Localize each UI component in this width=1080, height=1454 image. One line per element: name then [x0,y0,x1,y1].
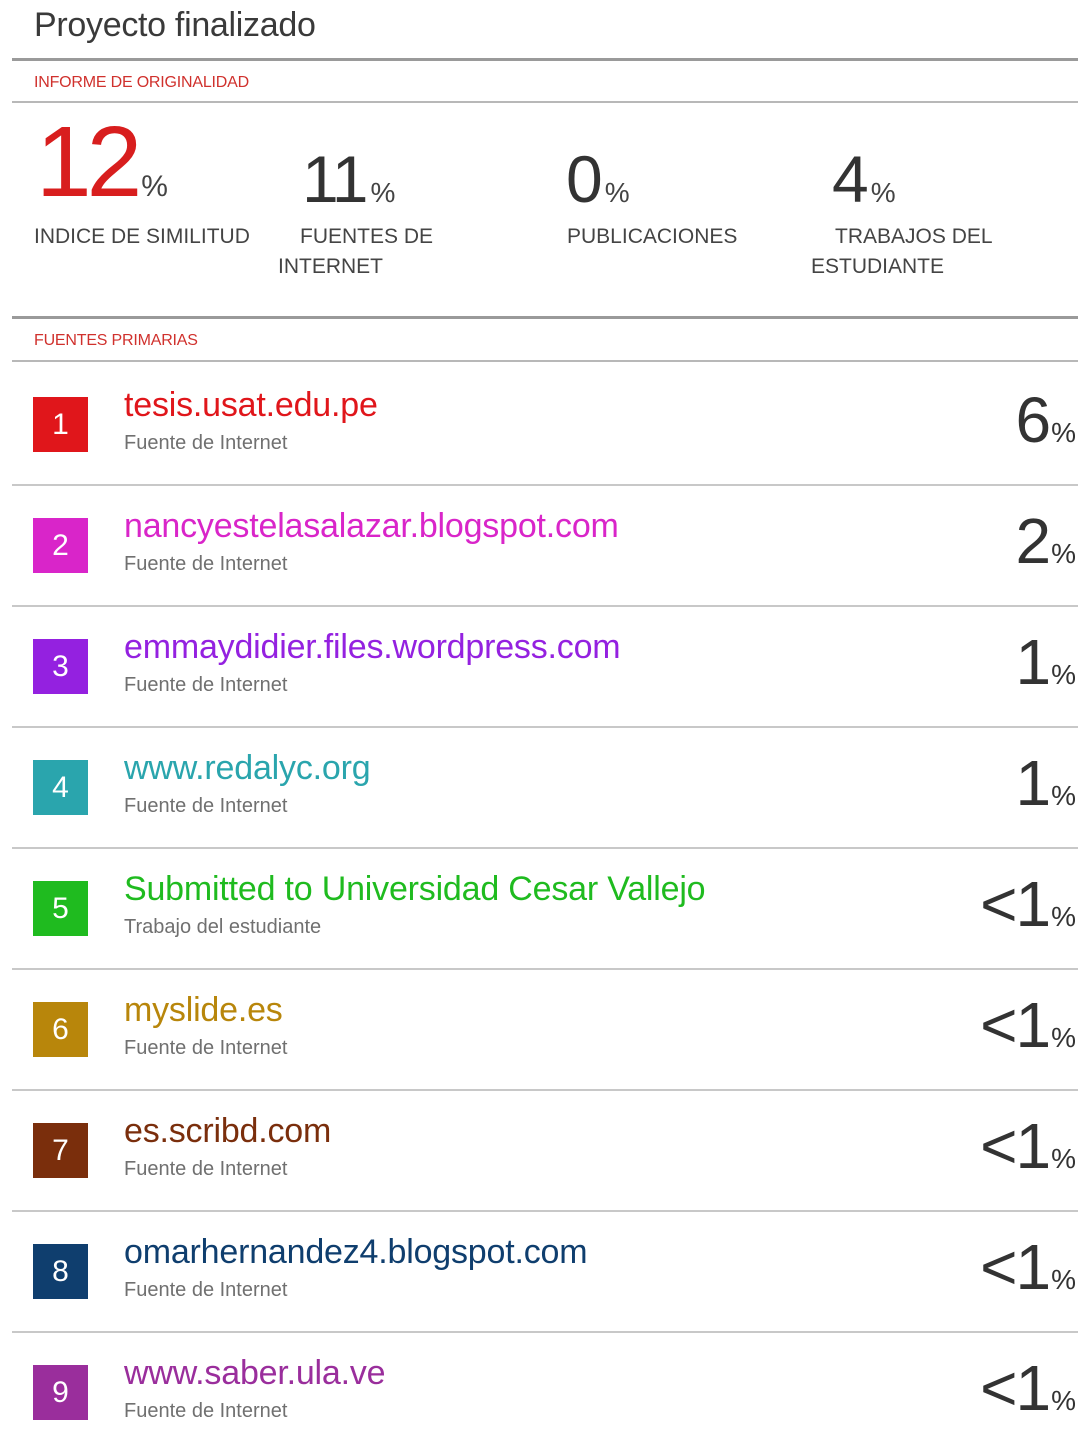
student-label-line1: TRABAJOS DEL [835,225,993,248]
source-row-divider [12,1210,1078,1212]
source-type: Fuente de Internet [124,674,288,696]
source-row[interactable]: 1 tesis.usat.edu.pe Fuente de Internet 6% [0,366,1080,486]
source-type: Fuente de Internet [124,432,288,454]
source-match-value: <1 [980,868,1051,940]
source-name-link[interactable]: www.saber.ula.ve [124,1354,386,1393]
source-row-divider [12,968,1078,970]
source-match-value: <1 [980,1231,1051,1303]
source-type: Fuente de Internet [124,1037,288,1059]
source-match-percentage: 1% [1016,630,1077,694]
source-row-divider [12,1331,1078,1333]
source-row[interactable]: 3 emmaydidier.files.wordpress.com Fuente d… [0,608,1080,728]
source-match-unit: % [1051,417,1076,448]
source-row-divider [12,847,1078,849]
source-row[interactable]: 8 omarhernandez4.blogspot.com Fuente de In… [0,1213,1080,1333]
source-match-value: 1 [1015,747,1052,819]
source-match-value: <1 [980,1352,1051,1424]
source-row[interactable]: 4 www.redalyc.org Fuente de Internet 1% [0,729,1080,849]
internet-label-line2: INTERNET [278,255,383,278]
source-match-unit: % [1051,1143,1076,1174]
source-match-unit: % [1051,780,1076,811]
source-match-percentage: <1% [980,993,1076,1057]
source-row-divider [12,484,1078,486]
source-name-link[interactable]: nancyestelasalazar.blogspot.com [124,507,619,546]
internet-stat: 11% [302,146,395,212]
source-type: Fuente de Internet [124,795,288,817]
source-match-value: 1 [1015,626,1052,698]
student-unit: % [870,177,896,208]
internet-label-line1: FUENTES DE [300,225,434,248]
source-row[interactable]: 9 www.saber.ula.ve Fuente de Internet <1% [0,1334,1080,1454]
source-match-unit: % [1051,1022,1076,1053]
source-match-unit: % [1051,901,1076,932]
source-row[interactable]: 5 Submitted to Universidad Cesar Vallejo T… [0,850,1080,970]
source-rank-badge: 5 [33,881,88,936]
source-type: Trabajo del estudiante [124,916,322,938]
similarity-stat: 12% [36,112,168,212]
report-divider [12,101,1078,103]
publications-value: 0 [566,142,603,216]
source-match-unit: % [1051,1264,1076,1295]
source-match-percentage: 1% [1016,751,1077,815]
source-match-value: <1 [980,1110,1051,1182]
source-type: Fuente de Internet [124,1279,288,1301]
source-match-value: 6 [1015,384,1052,456]
source-name-link[interactable]: tesis.usat.edu.pe [124,386,378,425]
source-name-link[interactable]: www.redalyc.org [124,749,371,788]
source-name-link[interactable]: omarhernandez4.blogspot.com [124,1233,588,1272]
source-match-value: <1 [980,989,1051,1061]
title-divider [12,58,1078,61]
internet-unit: % [370,177,396,208]
similarity-label: INDICE DE SIMILITUD [34,225,250,248]
source-match-percentage: <1% [980,1235,1076,1299]
source-match-percentage: <1% [980,1114,1076,1178]
source-match-percentage: 6% [1016,388,1077,452]
source-row[interactable]: 2 nancyestelasalazar.blogspot.com Fuente d… [0,487,1080,607]
publications-label: PUBLICACIONES [567,225,738,248]
source-match-unit: % [1051,659,1076,690]
student-label: TRABAJOS DEL ESTUDIANTE [811,222,993,282]
source-rank-badge: 8 [33,1244,88,1299]
source-rank-badge: 6 [33,1002,88,1057]
report-section-label: INFORME DE ORIGINALIDAD [34,74,249,91]
similarity-value: 12 [36,106,142,218]
publications-stat: 0% [566,146,630,212]
source-row[interactable]: 7 es.scribd.com Fuente de Internet <1% [0,1092,1080,1212]
source-name-link[interactable]: myslide.es [124,991,283,1030]
primary-sources-divider [12,360,1078,362]
source-match-percentage: <1% [980,872,1076,936]
similarity-unit: % [141,170,168,203]
source-match-unit: % [1051,1385,1076,1416]
student-label-line2: ESTUDIANTE [811,255,945,278]
stats-divider [12,316,1078,319]
source-row-divider [12,1089,1078,1091]
source-name-link[interactable]: Submitted to Universidad Cesar Vallejo [124,870,706,909]
source-rank-badge: 3 [33,639,88,694]
source-match-percentage: 2% [1016,509,1077,573]
source-match-percentage: <1% [980,1356,1076,1420]
source-type: Fuente de Internet [124,1400,288,1422]
source-rank-badge: 4 [33,760,88,815]
source-rank-badge: 9 [33,1365,88,1420]
source-row[interactable]: 6 myslide.es Fuente de Internet <1% [0,971,1080,1091]
source-name-link[interactable]: es.scribd.com [124,1112,331,1151]
source-match-value: 2 [1015,505,1052,577]
report-title: Proyecto finalizado [34,6,316,44]
source-type: Fuente de Internet [124,553,288,575]
internet-label: FUENTES DE INTERNET [278,222,433,282]
source-rank-badge: 2 [33,518,88,573]
primary-sources-label: FUENTES PRIMARIAS [34,332,198,349]
source-rank-badge: 1 [33,397,88,452]
source-rank-badge: 7 [33,1123,88,1178]
internet-value: 11 [302,142,369,216]
source-name-link[interactable]: emmaydidier.files.wordpress.com [124,628,621,667]
source-row-divider [12,605,1078,607]
student-value: 4 [832,142,869,216]
publications-unit: % [604,177,630,208]
source-match-unit: % [1051,538,1076,569]
source-type: Fuente de Internet [124,1158,288,1180]
student-stat: 4% [832,146,896,212]
source-row-divider [12,726,1078,728]
